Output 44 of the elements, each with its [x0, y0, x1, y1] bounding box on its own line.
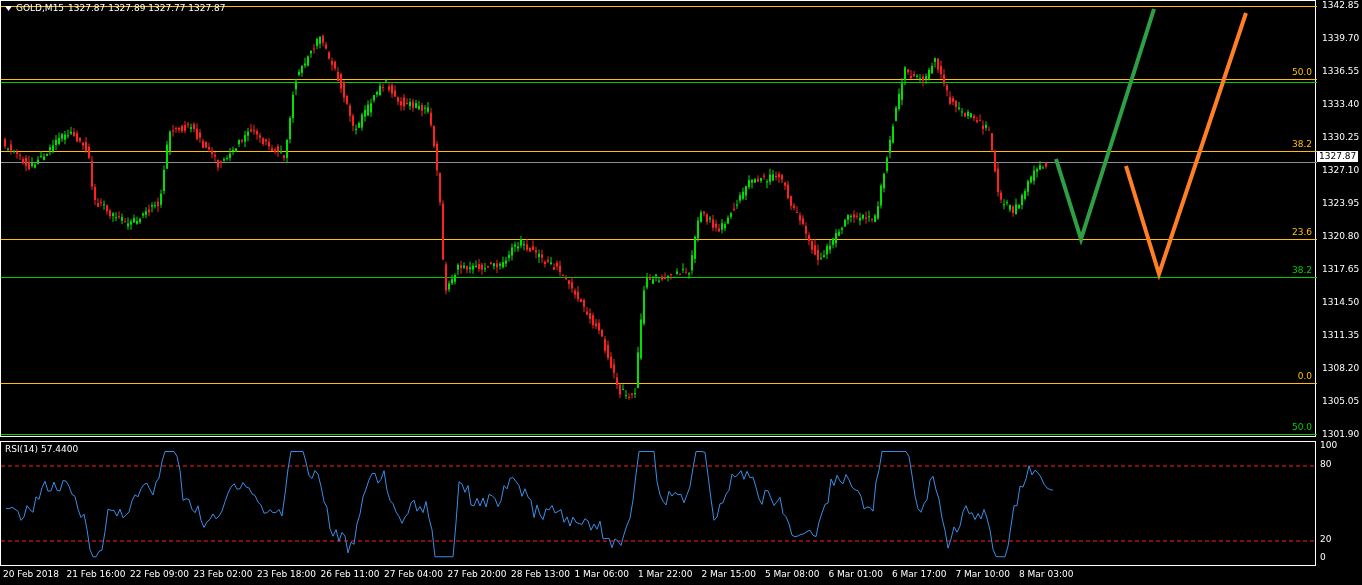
price-axis-label: 1339.70 [1322, 33, 1361, 44]
price-axis-label: 1330.25 [1322, 132, 1361, 143]
price-axis-label: 1311.35 [1322, 330, 1361, 341]
time-axis-label: 6 Mar 17:00 [892, 568, 948, 581]
price-axis-label: 1301.90 [1322, 429, 1361, 440]
price-tag: 1327.87 [1317, 151, 1359, 162]
level-label: 0.0 [1297, 371, 1312, 381]
price-axis-label: 1336.55 [1322, 66, 1361, 77]
time-axis-label: 27 Feb 04:00 [384, 568, 445, 581]
time-axis-label: 26 Feb 11:00 [320, 568, 381, 581]
rsi-label: RSI(14) 57.4400 [5, 444, 79, 454]
price-axis-label: 1342.85 [1322, 0, 1361, 11]
time-axis-label: 6 Mar 01:00 [828, 568, 884, 581]
time-axis-label: 1 Mar 06:00 [574, 568, 630, 581]
price-axis-label: 1323.95 [1322, 198, 1361, 209]
price-axis-label: 1333.40 [1322, 99, 1361, 110]
rsi-axis-label: 0 [1320, 552, 1326, 562]
level-label: 23.6 [1291, 227, 1312, 237]
time-axis-label: 23 Feb 02:00 [193, 568, 254, 581]
price-axis-label: 1317.65 [1322, 264, 1361, 275]
time-axis-label: 22 Feb 09:00 [130, 568, 191, 581]
price-axis-label: 1320.80 [1322, 231, 1361, 242]
time-axis-label: 8 Mar 03:00 [1019, 568, 1075, 581]
time-axis-label: 20 Feb 2018 [3, 568, 60, 581]
time-axis-label: 27 Feb 20:00 [447, 568, 508, 581]
rsi-axis-label: 20 [1320, 534, 1332, 544]
dropdown-icon[interactable] [5, 5, 12, 11]
time-axis-label: 23 Feb 18:00 [257, 568, 318, 581]
price-axis-label: 1305.05 [1322, 396, 1361, 407]
time-axis-label: 2 Mar 15:00 [701, 568, 757, 581]
price-axis-label: 1308.20 [1322, 363, 1361, 374]
price-axis-label: 1327.10 [1322, 165, 1361, 176]
time-axis-label: 7 Mar 10:00 [955, 568, 1011, 581]
price-axis-label: 1314.50 [1322, 297, 1361, 308]
level-label: 50.0 [1291, 67, 1312, 77]
level-label: 50.0 [1291, 422, 1312, 432]
time-axis-label: 1 Mar 22:00 [638, 568, 694, 581]
time-axis-label: 5 Mar 08:00 [765, 568, 821, 581]
rsi-axis-label: 100 [1320, 440, 1338, 450]
rsi-axis-label: 80 [1320, 459, 1332, 469]
level-label: 38.2 [1291, 265, 1312, 275]
level-label: 38.2 [1291, 139, 1312, 149]
time-axis-label: 21 Feb 16:00 [66, 568, 127, 581]
time-axis-label: 28 Feb 13:00 [511, 568, 572, 581]
